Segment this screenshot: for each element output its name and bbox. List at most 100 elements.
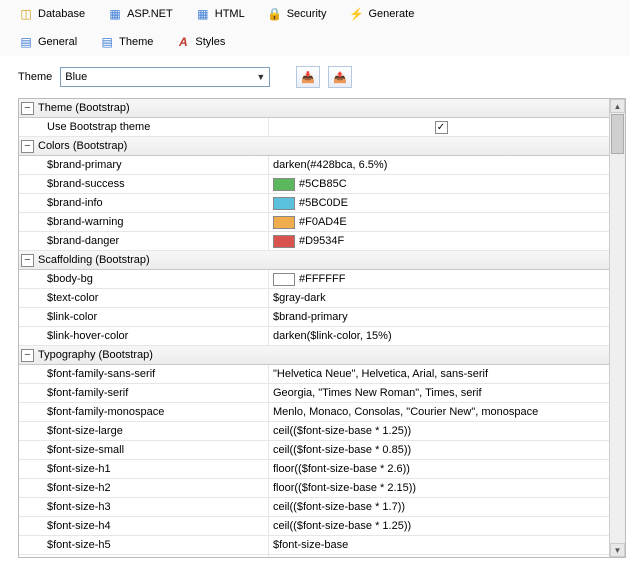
property-value[interactable]: Menlo, Monaco, Consolas, "Courier New", … — [269, 403, 609, 421]
property-value-text: $gray-dark — [273, 292, 326, 304]
property-row[interactable]: $font-size-h3ceil(($font-size-base * 1.7… — [19, 498, 609, 517]
property-value-text: darken(#428bca, 6.5%) — [273, 159, 387, 171]
property-value[interactable]: ✓ — [269, 118, 609, 136]
property-value[interactable]: $font-size-base — [269, 536, 609, 554]
property-row[interactable]: $font-size-small ceil(($font-size-base * … — [19, 441, 609, 460]
property-row[interactable]: $font-family-serifGeorgia, "Times New Ro… — [19, 384, 609, 403]
property-name: $font-size-small — [19, 441, 269, 459]
general-icon: ▤ — [18, 34, 34, 50]
property-name: $link-hover-color — [19, 327, 269, 345]
property-name: $font-size-h6 — [19, 555, 269, 557]
tab-label: Generate — [368, 8, 414, 20]
import-button[interactable]: 📥 — [296, 66, 320, 88]
property-value-text: ceil(($font-size-base * 1.25)) — [273, 425, 411, 437]
property-name: $font-size-large — [19, 422, 269, 440]
group-header[interactable]: −Scaffolding (Bootstrap) — [19, 251, 609, 270]
property-row[interactable]: $font-size-h5 $font-size-base — [19, 536, 609, 555]
property-name: $font-size-h1 — [19, 460, 269, 478]
property-name: $brand-info — [19, 194, 269, 212]
security-icon: 🔒 — [267, 6, 283, 22]
property-value[interactable]: $brand-primary — [269, 308, 609, 326]
html-icon: ▦ — [195, 6, 211, 22]
export-button[interactable]: 📤 — [328, 66, 352, 88]
theme-icon: ▤ — [99, 34, 115, 50]
collapse-icon[interactable]: − — [21, 140, 34, 153]
property-row[interactable]: $brand-info #5BC0DE — [19, 194, 609, 213]
scroll-up-icon[interactable]: ▲ — [610, 99, 625, 113]
property-row[interactable]: $font-size-h6ceil(($font-size-base * 0.8… — [19, 555, 609, 557]
group-title: Scaffolding (Bootstrap) — [38, 254, 150, 266]
group-header[interactable]: −Typography (Bootstrap) — [19, 346, 609, 365]
property-row[interactable]: $brand-danger#D9534F — [19, 232, 609, 251]
tab-database[interactable]: ◫Database — [8, 4, 95, 24]
property-row[interactable]: Use Bootstrap theme✓ — [19, 118, 609, 137]
property-row[interactable]: $link-color $brand-primary — [19, 308, 609, 327]
disk-in-icon: 📥 — [301, 71, 315, 84]
property-value-text: #5BC0DE — [299, 197, 348, 209]
property-value[interactable]: floor(($font-size-base * 2.6)) — [269, 460, 609, 478]
property-value-text: $font-size-base — [273, 539, 348, 551]
property-value[interactable]: ceil(($font-size-base * 1.25)) — [269, 422, 609, 440]
theme-selector-row: Theme Blue ▼ 📥 📤 — [0, 56, 630, 98]
theme-label: Theme — [18, 71, 52, 83]
tab-label: HTML — [215, 8, 245, 20]
collapse-icon[interactable]: − — [21, 349, 34, 362]
scroll-thumb[interactable] — [611, 114, 624, 154]
property-value[interactable]: Georgia, "Times New Roman", Times, serif — [269, 384, 609, 402]
property-row[interactable]: $font-size-h1 floor(($font-size-base * 2.… — [19, 460, 609, 479]
aspnet-icon: ▦ — [107, 6, 123, 22]
collapse-icon[interactable]: − — [21, 254, 34, 267]
property-row[interactable]: $font-size-h4ceil(($font-size-base * 1.2… — [19, 517, 609, 536]
property-value-text: $brand-primary — [273, 311, 348, 323]
property-value-text: floor(($font-size-base * 2.6)) — [273, 463, 410, 475]
property-value[interactable]: #5CB85C — [269, 175, 609, 193]
property-value[interactable]: #FFFFFF — [269, 270, 609, 288]
property-value[interactable]: #D9534F — [269, 232, 609, 250]
property-name: $font-size-h5 — [19, 536, 269, 554]
property-name: $font-family-monospace — [19, 403, 269, 421]
property-value[interactable]: ceil(($font-size-base * 1.25)) — [269, 517, 609, 535]
property-row[interactable]: $font-family-monospaceMenlo, Monaco, Con… — [19, 403, 609, 422]
property-value[interactable]: darken(#428bca, 6.5%) — [269, 156, 609, 174]
property-row[interactable]: $font-family-sans-serif"Helvetica Neue",… — [19, 365, 609, 384]
tab-html[interactable]: ▦ HTML — [185, 4, 255, 24]
property-row[interactable]: $font-size-h2floor(($font-size-base * 2.… — [19, 479, 609, 498]
property-value-text: Georgia, "Times New Roman", Times, serif — [273, 387, 482, 399]
property-name: $brand-danger — [19, 232, 269, 250]
checkbox[interactable]: ✓ — [435, 121, 448, 134]
tab-generate[interactable]: ⚡ Generate — [338, 4, 424, 24]
collapse-icon[interactable]: − — [21, 102, 34, 115]
property-value[interactable]: #F0AD4E — [269, 213, 609, 231]
group-header[interactable]: −Theme (Bootstrap) — [19, 99, 609, 118]
subtab-styles[interactable]: AStyles — [165, 32, 235, 52]
property-value-text: "Helvetica Neue", Helvetica, Arial, sans… — [273, 368, 488, 380]
group-header[interactable]: −Colors (Bootstrap) — [19, 137, 609, 156]
tab-label: Security — [287, 8, 327, 20]
property-value[interactable]: ceil(($font-size-base * 0.85)) — [269, 555, 609, 557]
property-row[interactable]: $link-hover-colordarken($link-color, 15%… — [19, 327, 609, 346]
vertical-scrollbar[interactable]: ▲ ▼ — [609, 99, 625, 557]
property-row[interactable]: $body-bg#FFFFFF — [19, 270, 609, 289]
property-row[interactable]: $text-color$gray-dark — [19, 289, 609, 308]
scroll-down-icon[interactable]: ▼ — [610, 543, 625, 557]
property-value[interactable]: #5BC0DE — [269, 194, 609, 212]
generate-icon: ⚡ — [348, 6, 364, 22]
property-name: $link-color — [19, 308, 269, 326]
property-value[interactable]: ceil(($font-size-base * 1.7)) — [269, 498, 609, 516]
tab-security[interactable]: 🔒 Security — [257, 4, 337, 24]
property-value-text: #FFFFFF — [299, 273, 345, 285]
property-value-text: ceil(($font-size-base * 0.85)) — [273, 444, 411, 456]
subtab-general[interactable]: ▤General — [8, 32, 87, 52]
property-value[interactable]: $gray-dark — [269, 289, 609, 307]
property-value[interactable]: floor(($font-size-base * 2.15)) — [269, 479, 609, 497]
property-row[interactable]: $font-size-large ceil(($font-size-base * … — [19, 422, 609, 441]
property-row[interactable]: $brand-primarydarken(#428bca, 6.5%) — [19, 156, 609, 175]
tab-aspnet[interactable]: ▦ASP.NET — [97, 4, 183, 24]
subtab-theme[interactable]: ▤Theme — [89, 32, 163, 52]
property-value[interactable]: darken($link-color, 15%) — [269, 327, 609, 345]
property-row[interactable]: $brand-warning#F0AD4E — [19, 213, 609, 232]
property-value[interactable]: "Helvetica Neue", Helvetica, Arial, sans… — [269, 365, 609, 383]
property-value[interactable]: ceil(($font-size-base * 0.85)) — [269, 441, 609, 459]
property-row[interactable]: $brand-success#5CB85C — [19, 175, 609, 194]
theme-dropdown[interactable]: Blue ▼ — [60, 67, 270, 87]
